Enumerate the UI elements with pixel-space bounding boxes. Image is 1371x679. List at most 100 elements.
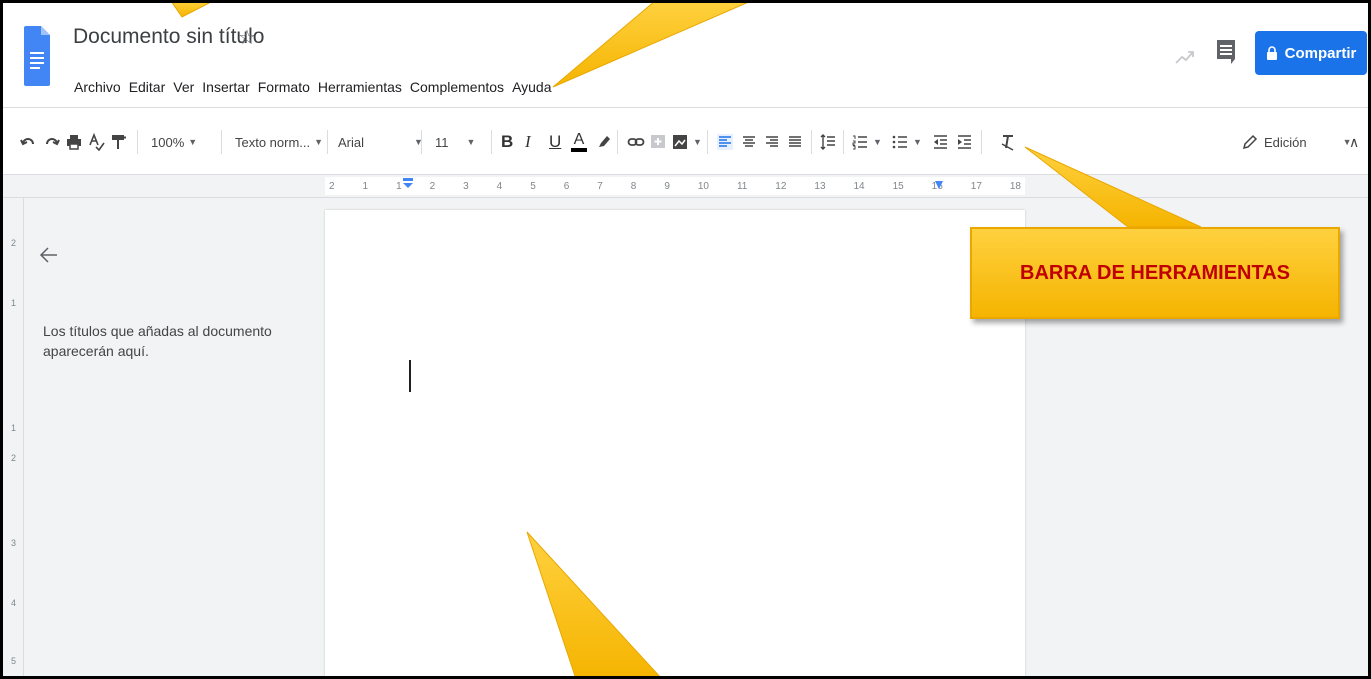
toolbar-divider [221,130,222,154]
chevron-down-icon: ▼ [913,137,922,147]
ruler-scale: 2 1 1 2 3 4 5 6 7 8 9 10 11 12 13 14 15 16 17 18 [325,177,1025,195]
ruler-tick: 1 [362,180,369,192]
document-page[interactable] [325,210,1025,676]
toolbar-divider [421,130,422,154]
link-icon[interactable] [627,128,645,156]
ruler-tick: 2 [429,180,436,192]
increase-indent-icon[interactable] [955,128,973,156]
chevron-down-icon: ▼ [314,137,324,147]
ruler-tick: 6 [563,180,570,192]
underline-button[interactable]: U [549,128,561,156]
vertical-ruler-tick: 1 [11,298,17,308]
chevron-down-icon: ▼ [693,137,702,147]
menu-archivo[interactable]: Archivo [73,79,122,95]
font-size-value: 11 [435,134,449,150]
horizontal-ruler: 2 1 1 2 3 4 5 6 7 8 9 10 11 12 13 14 15 16 17 18 [3,175,1368,198]
menu-herramientas[interactable]: Herramientas [317,79,403,95]
text-color-swatch [571,148,587,152]
menu-bar: Archivo Editar Ver Insertar Formato Herr… [73,79,553,95]
ruler-tick: 4 [496,180,503,192]
ruler-tick: 8 [630,180,637,192]
editing-mode-label: Edición [1264,134,1307,150]
toolbar-divider [811,130,812,154]
ruler-tick: 18 [1009,180,1021,192]
screenshot-frame: Documento sin título ☆ Archivo Editar Ve… [0,0,1371,679]
vertical-ruler-tick: 2 [11,238,17,248]
redo-icon[interactable] [43,128,61,156]
decrease-indent-icon[interactable] [931,128,949,156]
text-color-button[interactable]: A [571,128,587,156]
font-select[interactable]: Arial ▼ [338,128,423,156]
ruler-tick: 10 [697,180,709,192]
ruler-tick: 3 [463,180,469,192]
align-right-icon[interactable] [763,128,781,156]
add-comment-icon[interactable] [649,128,667,156]
text-cursor [409,360,411,392]
chevron-down-icon: ▼ [188,137,198,147]
line-spacing-icon[interactable] [819,128,837,156]
style-value: Texto norm... [235,134,311,150]
zoom-select[interactable]: 100% ▼ [151,128,197,156]
star-icon[interactable]: ☆ [238,25,256,50]
ruler-tick: 17 [970,180,982,192]
menu-insertar[interactable]: Insertar [201,79,250,95]
comments-icon[interactable] [1215,39,1237,65]
paint-format-icon[interactable] [109,128,127,156]
toolbar-divider [617,130,618,154]
vertical-ruler-tick: 4 [11,598,17,608]
undo-icon[interactable] [19,128,37,156]
menu-complementos[interactable]: Complementos [409,79,505,95]
activity-trend-icon[interactable] [1173,45,1197,69]
menu-editar[interactable]: Editar [128,79,167,95]
document-title[interactable]: Documento sin título [73,25,264,49]
highlight-pen-icon[interactable] [595,128,613,156]
align-justify-icon[interactable] [786,128,804,156]
bold-button[interactable]: B [501,128,513,156]
toolbar-callout: BARRA DE HERRAMIENTAS [970,227,1340,319]
ruler-tick: 12 [775,180,787,192]
left-indent-marker-icon[interactable] [403,178,413,188]
lock-icon [1266,46,1277,60]
chevron-down-icon: ▼ [466,137,476,147]
vertical-ruler-tick: 1 [11,423,17,433]
menu-ayuda[interactable]: Ayuda [511,79,552,95]
ruler-tick: 14 [853,180,865,192]
docs-logo-icon[interactable] [24,26,50,86]
clear-formatting-icon[interactable] [999,128,1017,156]
ruler-tick: 9 [664,180,670,192]
insert-image-icon[interactable]: ▼ [671,128,702,156]
bulleted-list-icon[interactable]: ▼ [891,128,922,156]
chevron-down-icon: ▼ [873,137,882,147]
ruler-tick: 2 [329,180,335,192]
share-button[interactable]: Compartir [1255,31,1367,75]
numbered-list-icon[interactable]: ▼ [851,128,882,156]
ruler-tick: 1 [396,180,402,192]
style-select[interactable]: Texto norm... ▼ [235,128,323,156]
font-size-select[interactable]: 11 ▼ [435,128,475,156]
outline-empty-message: Los títulos que añadas al documento apar… [43,323,272,359]
align-left-icon[interactable] [716,128,734,156]
ruler-tick: 7 [597,180,603,192]
zoom-value: 100% [151,134,185,150]
ruler-tick: 11 [736,180,748,192]
callout-label: BARRA DE HERRAMIENTAS [1020,261,1290,284]
spellcheck-icon[interactable] [87,128,105,156]
toolbar: 100% ▼ Texto norm... ▼ Arial ▼ 11 ▼ B I U A [3,108,1368,175]
toolbar-divider [491,130,492,154]
share-button-label: Compartir [1284,44,1357,62]
menu-formato[interactable]: Formato [257,79,311,95]
collapse-menus-icon[interactable]: ∧ [1349,128,1359,156]
ruler-tick: 15 [892,180,904,192]
print-icon[interactable] [65,128,83,156]
menu-ver[interactable]: Ver [172,79,195,95]
back-arrow-icon[interactable] [37,243,61,267]
italic-button[interactable]: I [525,128,531,156]
text-color-letter: A [573,131,585,148]
right-indent-marker-icon[interactable] [935,181,943,189]
ruler-tick: 13 [814,180,826,192]
toolbar-divider [981,130,982,154]
align-center-icon[interactable] [740,128,758,156]
toolbar-divider [843,130,844,154]
editing-mode-select[interactable]: Edición ▼ [1241,128,1352,156]
header: Documento sin título ☆ Archivo Editar Ve… [3,3,1368,108]
